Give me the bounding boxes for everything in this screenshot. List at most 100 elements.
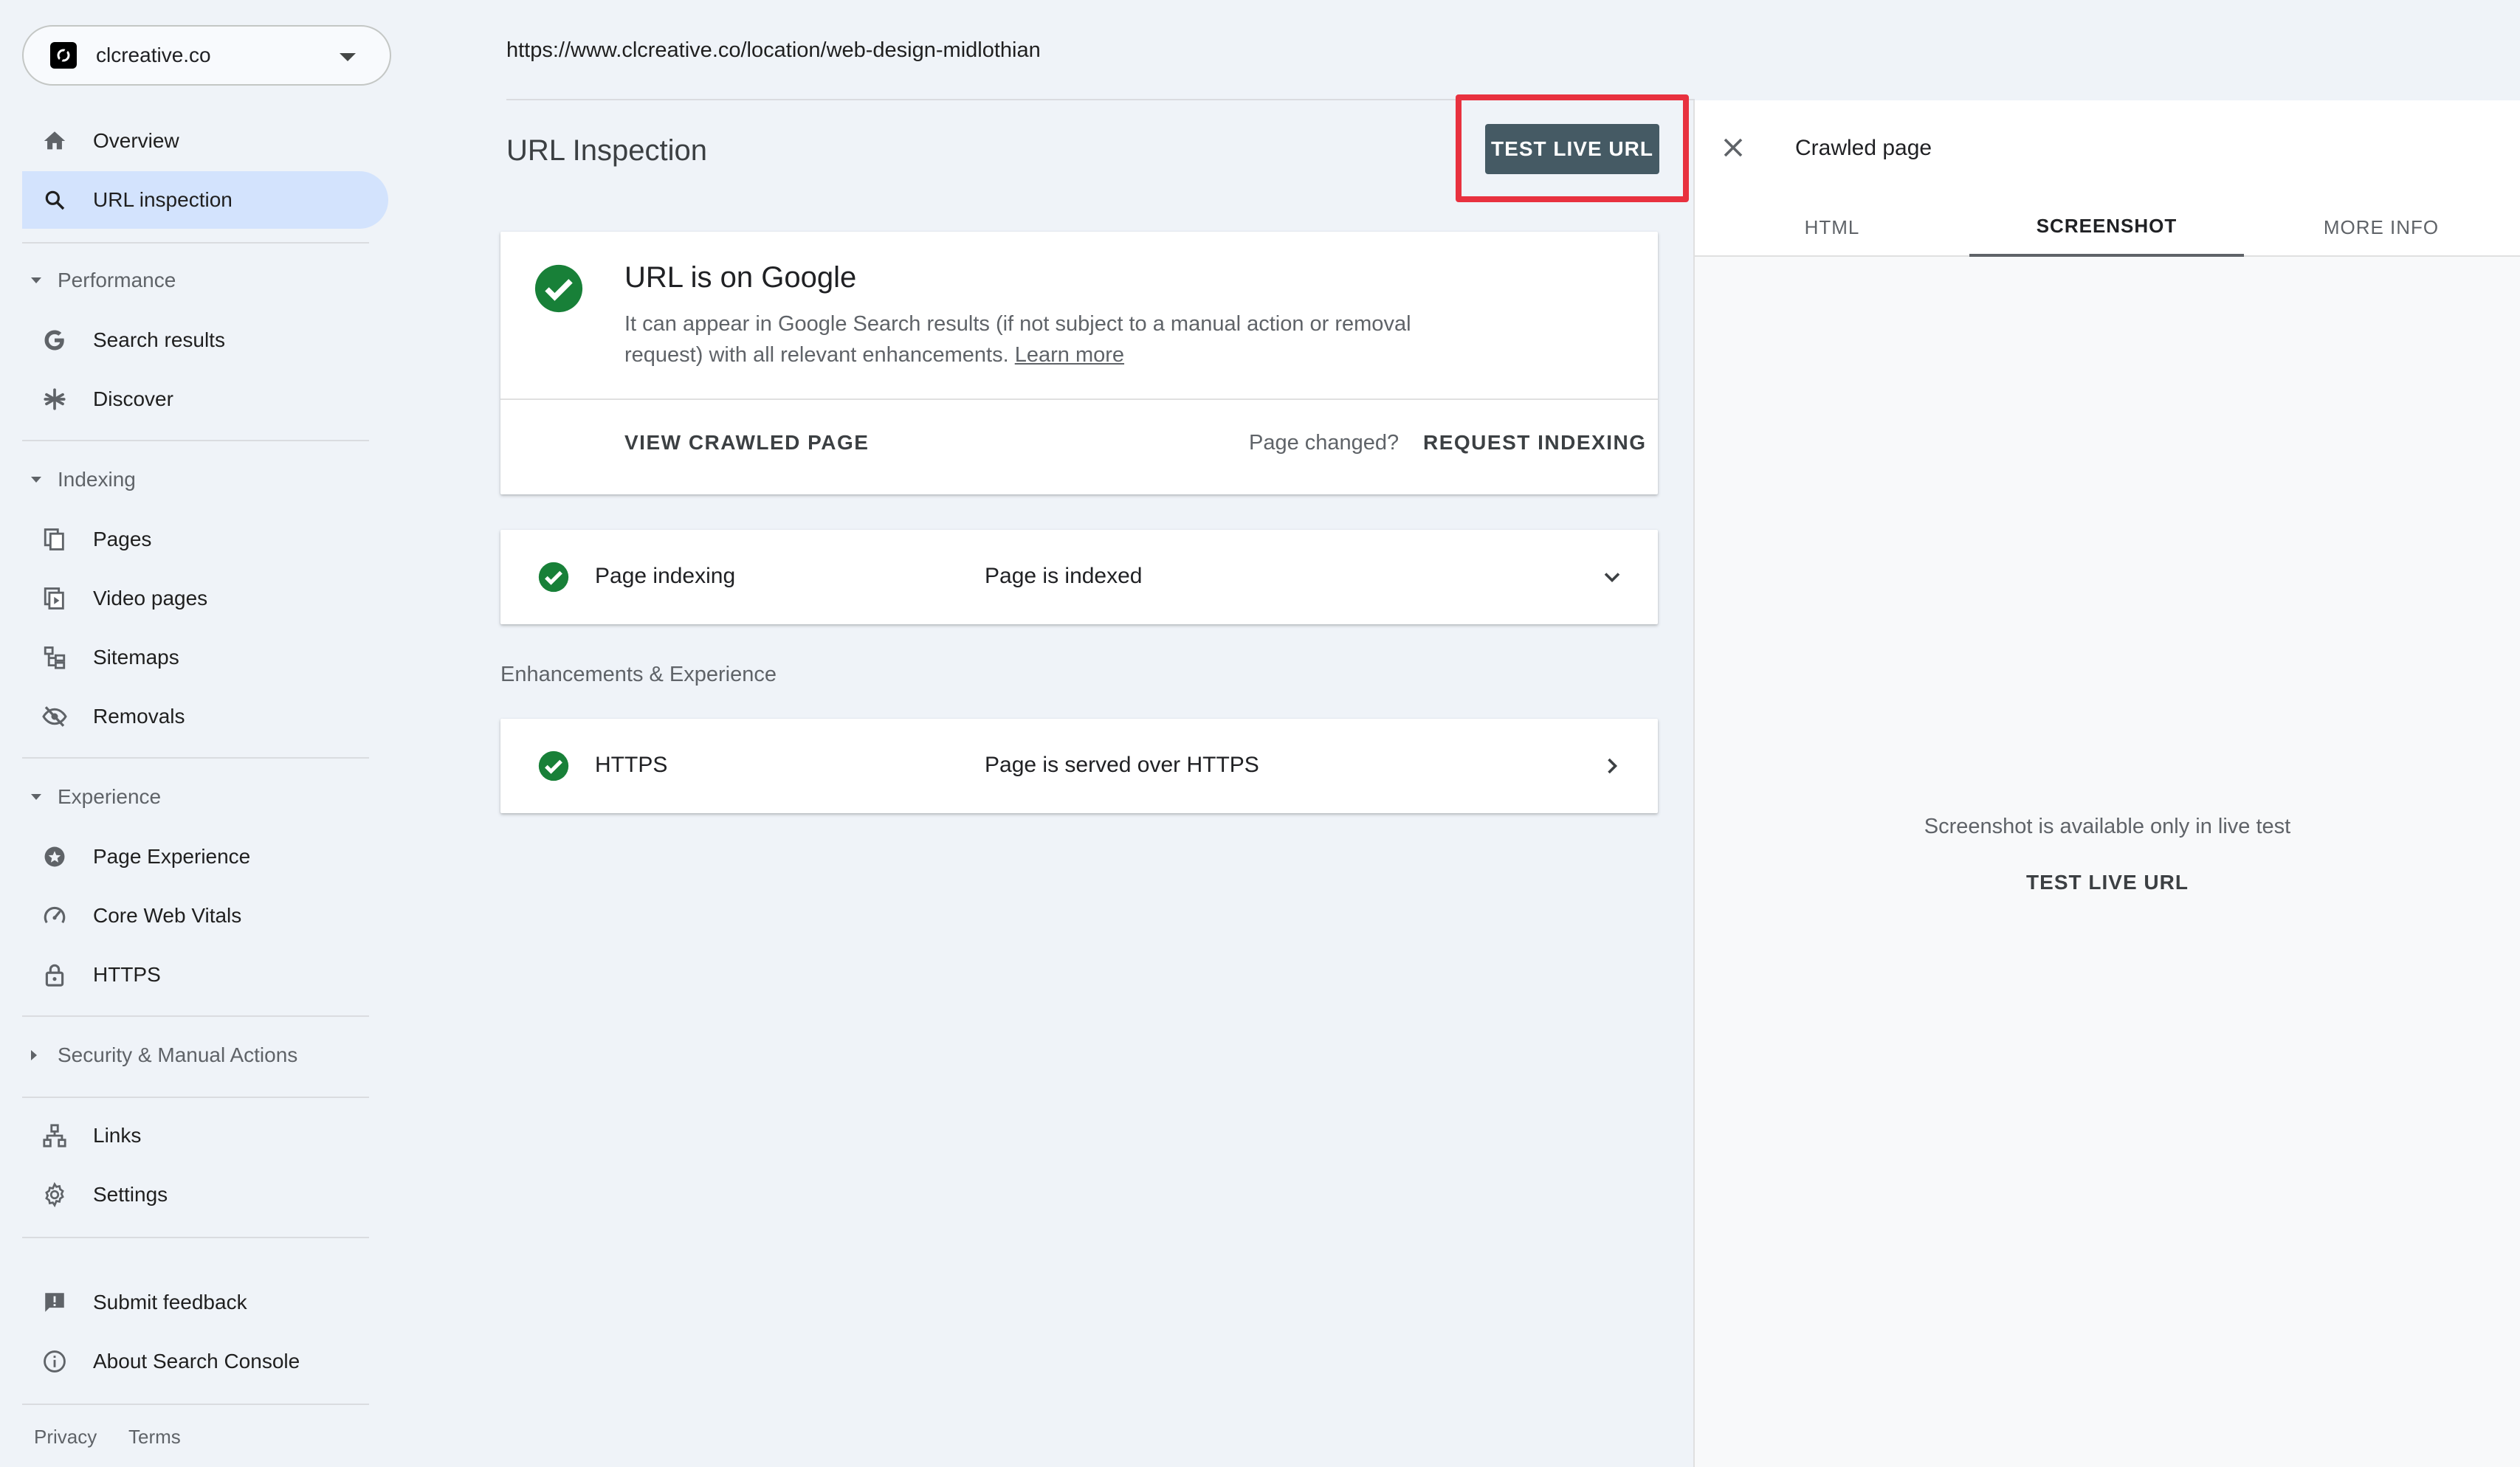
sidebar-divider bbox=[22, 1015, 369, 1017]
sidebar-item-about[interactable]: About Search Console bbox=[22, 1333, 388, 1390]
status-description: It can appear in Google Search results (… bbox=[624, 308, 1510, 370]
learn-more-link[interactable]: Learn more bbox=[1015, 343, 1124, 367]
sidebar-item-label: Video pages bbox=[93, 587, 208, 610]
status-title: URL is on Google bbox=[624, 261, 857, 294]
row-label: HTTPS bbox=[595, 753, 668, 777]
video-page-icon bbox=[38, 582, 71, 615]
expand-caret-icon bbox=[31, 1050, 37, 1060]
sidebar-item-url-inspection[interactable]: URL inspection bbox=[22, 171, 388, 229]
sidebar-item-label: URL inspection bbox=[93, 188, 233, 211]
index-status-card: URL is on Google It can appear in Google… bbox=[500, 232, 1658, 494]
sidebar-divider bbox=[22, 1097, 369, 1098]
enhancements-caption: Enhancements & Experience bbox=[500, 663, 777, 686]
links-icon bbox=[38, 1119, 71, 1152]
sidebar-item-removals[interactable]: Removals bbox=[22, 688, 388, 745]
privacy-link[interactable]: Privacy bbox=[34, 1426, 97, 1449]
section-label: Experience bbox=[58, 785, 162, 808]
sidebar-item-label: Sitemaps bbox=[93, 646, 179, 669]
sidebar-item-core-web-vitals[interactable]: Core Web Vitals bbox=[22, 887, 388, 945]
search-icon bbox=[38, 184, 71, 216]
google-g-icon bbox=[38, 324, 71, 356]
collapse-caret-icon bbox=[31, 477, 41, 483]
visibility-off-icon bbox=[38, 700, 71, 733]
sidebar-item-label: Removals bbox=[93, 705, 185, 728]
page-title: URL Inspection bbox=[506, 134, 707, 167]
sidebar-section-performance[interactable]: Performance bbox=[22, 258, 376, 303]
https-row[interactable]: HTTPS Page is served over HTTPS bbox=[500, 719, 1658, 813]
sidebar-item-label: About Search Console bbox=[93, 1350, 300, 1373]
sidebar-item-label: Links bbox=[93, 1124, 142, 1147]
home-icon bbox=[38, 125, 71, 157]
sidebar-item-label: Core Web Vitals bbox=[93, 904, 242, 927]
property-name: clcreative.co bbox=[96, 44, 211, 66]
dropdown-caret-icon bbox=[340, 53, 356, 61]
sidebar-item-page-experience[interactable]: Page Experience bbox=[22, 828, 388, 886]
card-divider bbox=[500, 398, 1658, 400]
view-crawled-page-button[interactable]: VIEW CRAWLED PAGE bbox=[624, 431, 869, 455]
sidebar-item-label: Search results bbox=[93, 328, 225, 351]
asterisk-icon bbox=[38, 383, 71, 415]
request-indexing-button[interactable]: REQUEST INDEXING bbox=[1423, 431, 1646, 455]
check-circle-icon bbox=[537, 561, 570, 593]
crawled-page-panel: Crawled page HTML SCREENSHOT MORE INFO S… bbox=[1693, 100, 2520, 1467]
section-label: Indexing bbox=[58, 468, 136, 491]
page-indexing-row[interactable]: Page indexing Page is indexed bbox=[500, 530, 1658, 624]
sidebar-divider bbox=[22, 757, 369, 759]
property-selector[interactable]: clcreative.co bbox=[22, 25, 391, 86]
sidebar-item-submit-feedback[interactable]: Submit feedback bbox=[22, 1274, 388, 1331]
gear-icon bbox=[38, 1178, 71, 1211]
collapse-caret-icon bbox=[31, 277, 41, 283]
test-live-url-button[interactable]: TEST LIVE URL bbox=[1485, 124, 1659, 174]
sidebar-divider bbox=[22, 242, 369, 244]
sidebar-item-discover[interactable]: Discover bbox=[22, 370, 388, 428]
inspected-url[interactable]: https://www.clcreative.co/location/web-d… bbox=[506, 38, 1041, 63]
sidebar-section-security[interactable]: Security & Manual Actions bbox=[22, 1033, 376, 1077]
section-label: Performance bbox=[58, 269, 176, 291]
check-circle-icon bbox=[537, 750, 570, 782]
status-desc-line2: request) with all relevant enhancements. bbox=[624, 343, 1015, 367]
pages-icon bbox=[38, 523, 71, 556]
close-icon[interactable] bbox=[1717, 131, 1749, 164]
sitemap-icon bbox=[38, 641, 71, 674]
speed-gauge-icon bbox=[38, 900, 71, 932]
check-circle-icon bbox=[533, 263, 585, 318]
sidebar-item-https[interactable]: HTTPS bbox=[22, 946, 388, 1004]
section-label: Security & Manual Actions bbox=[58, 1043, 298, 1066]
tab-screenshot[interactable]: SCREENSHOT bbox=[1969, 198, 2244, 257]
panel-title: Crawled page bbox=[1795, 136, 1932, 160]
row-value: Page is indexed bbox=[985, 564, 1143, 588]
row-value: Page is served over HTTPS bbox=[985, 753, 1259, 777]
terms-link[interactable]: Terms bbox=[128, 1426, 181, 1449]
panel-header: Crawled page HTML SCREENSHOT MORE INFO bbox=[1695, 100, 2520, 257]
sidebar-item-sitemaps[interactable]: Sitemaps bbox=[22, 629, 388, 686]
sidebar: clcreative.co Overview URL inspection Pe… bbox=[0, 0, 391, 1467]
sidebar-divider bbox=[22, 440, 369, 441]
feedback-icon bbox=[38, 1286, 71, 1319]
chevron-down-icon[interactable] bbox=[1599, 564, 1625, 590]
row-label: Page indexing bbox=[595, 564, 736, 588]
sidebar-item-overview[interactable]: Overview bbox=[22, 112, 388, 170]
sidebar-item-video-pages[interactable]: Video pages bbox=[22, 570, 388, 627]
sidebar-item-pages[interactable]: Pages bbox=[22, 511, 388, 568]
sidebar-item-links[interactable]: Links bbox=[22, 1107, 388, 1164]
sidebar-item-label: Overview bbox=[93, 129, 179, 152]
sidebar-section-indexing[interactable]: Indexing bbox=[22, 458, 376, 502]
collapse-caret-icon bbox=[31, 794, 41, 800]
sidebar-item-label: Settings bbox=[93, 1183, 168, 1206]
chevron-right-icon[interactable] bbox=[1599, 753, 1625, 779]
sidebar-divider bbox=[22, 1237, 369, 1238]
sidebar-item-label: Discover bbox=[93, 387, 173, 410]
screenshot-unavailable-message: Screenshot is available only in live tes… bbox=[1924, 815, 2291, 838]
sidebar-item-label: HTTPS bbox=[93, 963, 161, 986]
status-desc-line1: It can appear in Google Search results (… bbox=[624, 312, 1411, 336]
tab-html[interactable]: HTML bbox=[1695, 198, 1969, 257]
lock-icon bbox=[38, 959, 71, 991]
panel-test-live-url-button[interactable]: TEST LIVE URL bbox=[1695, 871, 2520, 894]
info-icon bbox=[38, 1345, 71, 1378]
sidebar-item-settings[interactable]: Settings bbox=[22, 1166, 388, 1223]
tab-more-info[interactable]: MORE INFO bbox=[2244, 198, 2519, 257]
sidebar-item-label: Submit feedback bbox=[93, 1291, 247, 1314]
sidebar-item-search-results[interactable]: Search results bbox=[22, 311, 388, 369]
sidebar-section-experience[interactable]: Experience bbox=[22, 775, 376, 819]
page-changed-label: Page changed? bbox=[1249, 431, 1400, 455]
